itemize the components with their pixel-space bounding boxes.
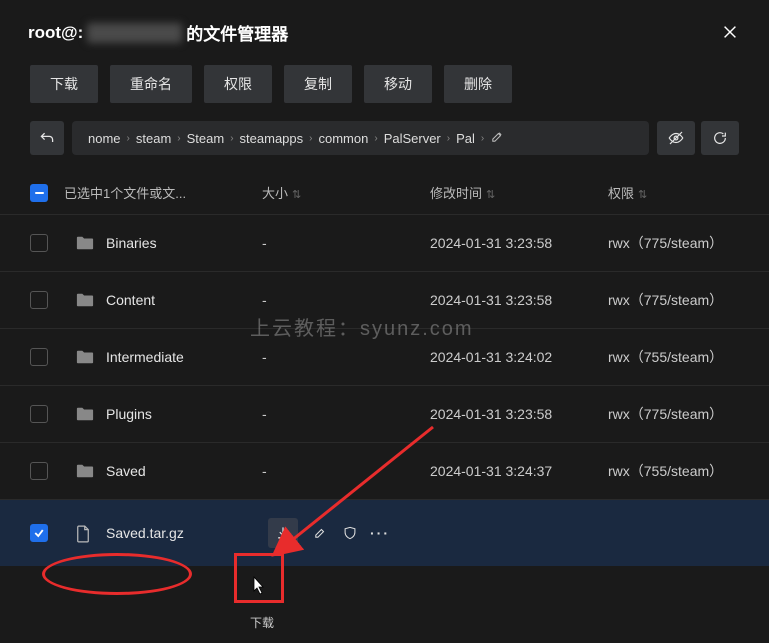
file-permissions: rwx（775/steam） xyxy=(608,290,739,310)
title-prefix: root@: xyxy=(28,23,83,43)
folder-icon xyxy=(76,406,94,422)
file-name[interactable]: Saved.tar.gz xyxy=(106,525,184,541)
cursor-icon xyxy=(248,575,268,597)
window-title: root@: 的文件管理器 xyxy=(28,20,288,45)
row-more-button[interactable]: ··· xyxy=(372,525,388,541)
folder-icon xyxy=(76,235,94,251)
download-icon xyxy=(275,525,291,541)
file-permissions: rwx（775/steam） xyxy=(608,233,739,253)
move-button[interactable]: 移动 xyxy=(364,65,432,103)
breadcrumb-item[interactable]: Steam xyxy=(181,131,231,146)
back-button[interactable] xyxy=(30,121,64,155)
close-icon xyxy=(721,23,739,41)
file-size: - xyxy=(262,349,430,365)
sort-icon: ⇅ xyxy=(292,189,301,201)
folder-icon xyxy=(76,406,94,422)
shield-icon xyxy=(343,526,357,540)
breadcrumb-item[interactable]: common xyxy=(312,131,374,146)
file-mtime: 2024-01-31 3:24:02 xyxy=(430,349,608,365)
action-toolbar: 下载 重命名 权限 复制 移动 删除 xyxy=(0,61,769,121)
table-row[interactable]: Plugins -2024-01-31 3:23:58rwx（775/steam） xyxy=(0,385,769,442)
file-mtime: 2024-01-31 3:24:37 xyxy=(430,463,608,479)
file-icon xyxy=(76,525,90,543)
file-icon xyxy=(76,525,94,541)
breadcrumb-row: nome›steam›Steam›steamapps›common›PalSer… xyxy=(0,121,769,171)
select-all-checkbox[interactable] xyxy=(30,184,48,202)
refresh-icon xyxy=(712,130,728,146)
folder-icon xyxy=(76,463,94,479)
permissions-button[interactable]: 权限 xyxy=(204,65,272,103)
file-mtime: 2024-01-31 3:23:58 xyxy=(430,406,608,422)
table-row[interactable]: Saved -2024-01-31 3:24:37rwx（755/steam） xyxy=(0,442,769,499)
file-list: Binaries-2024-01-31 3:23:58rwx（775/steam… xyxy=(0,214,769,566)
toggle-hidden-button[interactable] xyxy=(657,121,695,155)
column-size[interactable]: 大小⇅ xyxy=(262,183,430,202)
sort-icon: ⇅ xyxy=(486,189,495,201)
edit-path-button[interactable] xyxy=(490,130,504,147)
folder-icon xyxy=(76,292,94,308)
folder-icon xyxy=(76,463,94,479)
refresh-button[interactable] xyxy=(701,121,739,155)
file-size: - xyxy=(262,235,430,251)
row-rename-button[interactable] xyxy=(312,525,328,541)
file-name[interactable]: Binaries xyxy=(106,235,157,251)
window-header: root@: 的文件管理器 xyxy=(0,0,769,61)
edit-icon xyxy=(490,130,504,144)
column-mtime[interactable]: 修改时间⇅ xyxy=(430,183,608,202)
row-download-button[interactable] xyxy=(268,518,298,548)
column-name[interactable]: 已选中1个文件或文... xyxy=(62,183,262,202)
file-permissions: rwx（755/steam） xyxy=(608,461,739,481)
row-checkbox[interactable] xyxy=(30,462,48,480)
delete-button[interactable]: 删除 xyxy=(444,65,512,103)
hostname-blurred xyxy=(87,23,182,43)
file-mtime: 2024-01-31 3:23:58 xyxy=(430,292,608,308)
folder-icon xyxy=(76,349,94,365)
file-size: - xyxy=(262,292,430,308)
folder-icon xyxy=(76,235,94,251)
folder-icon xyxy=(76,349,94,365)
folder-icon xyxy=(76,292,94,308)
file-name[interactable]: Intermediate xyxy=(106,349,184,365)
file-name[interactable]: Plugins xyxy=(106,406,152,422)
table-row[interactable]: Intermediate -2024-01-31 3:24:02rwx（755/s… xyxy=(0,328,769,385)
title-suffix: 的文件管理器 xyxy=(186,20,288,45)
rename-button[interactable]: 重命名 xyxy=(110,65,192,103)
table-row[interactable]: Content -2024-01-31 3:23:58rwx（775/steam） xyxy=(0,271,769,328)
row-checkbox[interactable] xyxy=(30,348,48,366)
table-row[interactable]: Saved.tar.gz ··· xyxy=(0,499,769,566)
eye-off-icon xyxy=(667,129,685,147)
sort-icon: ⇅ xyxy=(638,189,647,201)
file-name[interactable]: Content xyxy=(106,292,155,308)
close-button[interactable] xyxy=(721,23,741,43)
file-permissions: rwx（755/steam） xyxy=(608,347,739,367)
pencil-icon xyxy=(313,526,327,540)
download-button[interactable]: 下载 xyxy=(30,65,98,103)
row-checkbox[interactable] xyxy=(30,291,48,309)
breadcrumb-item[interactable]: steam xyxy=(130,131,177,146)
breadcrumb-item[interactable]: Pal xyxy=(450,131,481,146)
row-checkbox[interactable] xyxy=(30,524,48,542)
breadcrumb-item[interactable]: steamapps xyxy=(234,131,310,146)
file-size: - xyxy=(262,406,430,422)
chevron-right-icon: › xyxy=(481,133,484,144)
copy-button[interactable]: 复制 xyxy=(284,65,352,103)
breadcrumb: nome›steam›Steam›steamapps›common›PalSer… xyxy=(72,121,649,155)
row-checkbox[interactable] xyxy=(30,234,48,252)
column-perm[interactable]: 权限⇅ xyxy=(608,183,739,202)
file-mtime: 2024-01-31 3:23:58 xyxy=(430,235,608,251)
breadcrumb-item[interactable]: PalServer xyxy=(378,131,447,146)
download-tooltip: 下载 xyxy=(250,614,274,631)
row-permissions-button[interactable] xyxy=(342,525,358,541)
row-actions: ··· xyxy=(268,518,388,548)
breadcrumb-item[interactable]: nome xyxy=(82,131,127,146)
table-header: 已选中1个文件或文... 大小⇅ 修改时间⇅ 权限⇅ xyxy=(0,171,769,214)
undo-icon xyxy=(39,130,55,146)
table-row[interactable]: Binaries -2024-01-31 3:23:58rwx（775/steam… xyxy=(0,214,769,271)
row-checkbox[interactable] xyxy=(30,405,48,423)
file-permissions: rwx（775/steam） xyxy=(608,404,739,424)
file-name[interactable]: Saved xyxy=(106,463,146,479)
file-size: - xyxy=(262,463,430,479)
